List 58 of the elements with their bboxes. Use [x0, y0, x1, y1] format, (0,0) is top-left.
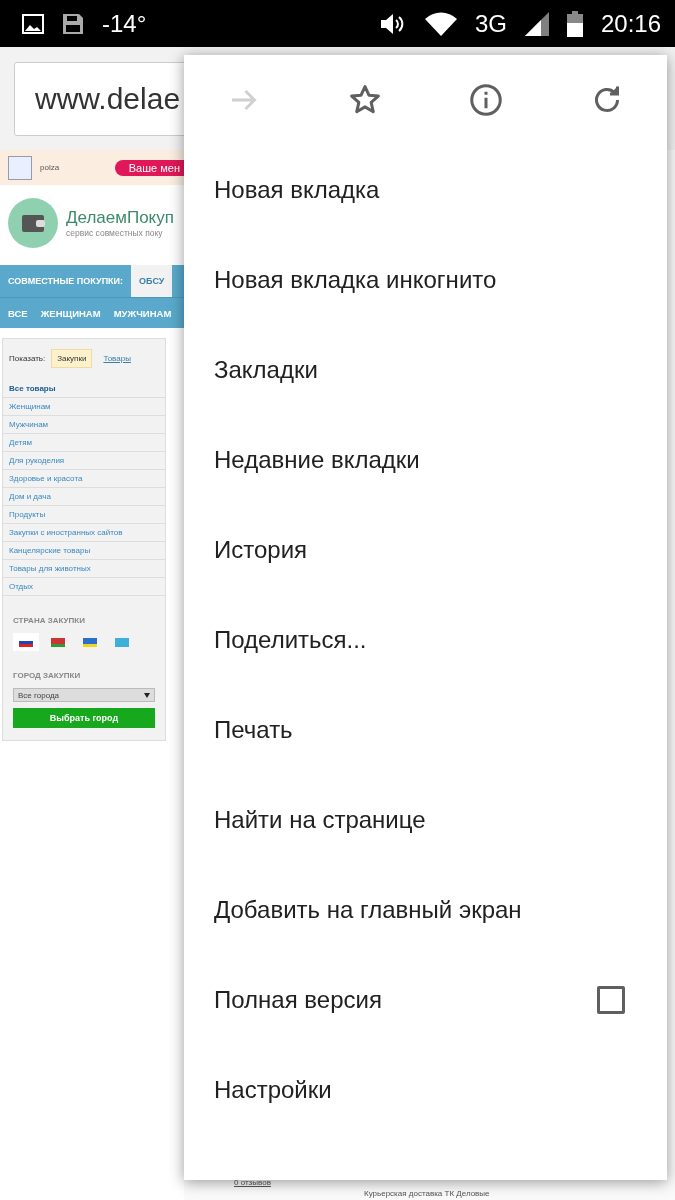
flag-icon	[51, 637, 65, 647]
battery-icon	[566, 10, 583, 37]
menu-link[interactable]: Ваше мен	[114, 159, 184, 176]
nav-link[interactable]: ВСЕ	[8, 307, 28, 319]
menu-item-label: Полная версия	[214, 986, 382, 1014]
delivery-text: Курьерская доставка ТК Деловые	[363, 1189, 491, 1198]
category-link[interactable]: Закупки с иностранных сайтов	[3, 524, 165, 542]
wallet-icon	[8, 198, 58, 248]
menu-item[interactable]: История	[184, 505, 667, 595]
menu-item[interactable]: Печать	[184, 685, 667, 775]
wifi-icon	[424, 11, 457, 36]
city-label: ГОРОД ЗАКУПКИ	[12, 671, 82, 680]
menu-item[interactable]: Новая вкладка инкогнито	[184, 235, 667, 325]
menu-item[interactable]: Поделиться...	[184, 595, 667, 685]
menu-item[interactable]: Добавить на главный экран	[184, 865, 667, 955]
menu-item[interactable]: Полная версия	[184, 955, 667, 1045]
signal-icon	[524, 11, 549, 36]
show-option[interactable]: Закупки	[51, 349, 93, 368]
category-link[interactable]: Для рукоделия	[3, 452, 165, 470]
category-link[interactable]: Отдых	[3, 578, 165, 596]
menu-item[interactable]: Новая вкладка	[184, 145, 667, 235]
caret-icon	[144, 692, 150, 698]
category-link[interactable]: Все товары	[3, 380, 165, 398]
nav-tab[interactable]: ОБСУ	[131, 265, 173, 297]
category-link[interactable]: Детям	[3, 434, 165, 452]
show-option[interactable]: Товары	[98, 350, 136, 367]
temperature: -14°	[102, 9, 147, 38]
category-link[interactable]: Мужчинам	[3, 416, 165, 434]
info-icon[interactable]	[467, 82, 504, 118]
menu-item[interactable]: Найти на странице	[184, 775, 667, 865]
menu-item[interactable]: Недавние вкладки	[184, 415, 667, 505]
category-link[interactable]: Продукты	[3, 506, 165, 524]
country-label: СТРАНА ЗАКУПКИ	[12, 616, 86, 625]
nav-link[interactable]: МУЖЧИНАМ	[113, 307, 172, 319]
category-link[interactable]: Женщинам	[3, 398, 165, 416]
flag-icon	[115, 637, 129, 647]
menu-item[interactable]: Настройки	[184, 1045, 667, 1135]
menu-item[interactable]: Закладки	[184, 325, 667, 415]
city-select[interactable]: Все города	[13, 688, 155, 702]
nav-link[interactable]: ЖЕНЩИНАМ	[40, 307, 101, 319]
checkbox[interactable]	[597, 986, 625, 1014]
flag-icon	[83, 637, 97, 647]
country-option[interactable]	[13, 633, 39, 651]
category-link[interactable]: Товары для животных	[3, 560, 165, 578]
image-icon	[22, 13, 44, 34]
save-icon	[62, 12, 84, 35]
site-subtitle: сервис совместных поку	[66, 228, 164, 238]
show-label: Показать:	[9, 354, 46, 363]
notice-text: polza	[40, 163, 60, 172]
network-type: 3G	[474, 9, 507, 38]
reviews-link[interactable]: 0 отзывов	[234, 1178, 675, 1187]
notice-icon	[8, 155, 32, 180]
category-link[interactable]: Здоровье и красота	[3, 470, 165, 488]
choose-city-button[interactable]: Выбрать город	[13, 708, 155, 728]
site-title: ДелаемПокуп	[66, 208, 174, 228]
category-link[interactable]: Канцелярские товары	[3, 542, 165, 560]
category-link[interactable]: Дом и дача	[3, 488, 165, 506]
clock: 20:16	[600, 9, 661, 38]
